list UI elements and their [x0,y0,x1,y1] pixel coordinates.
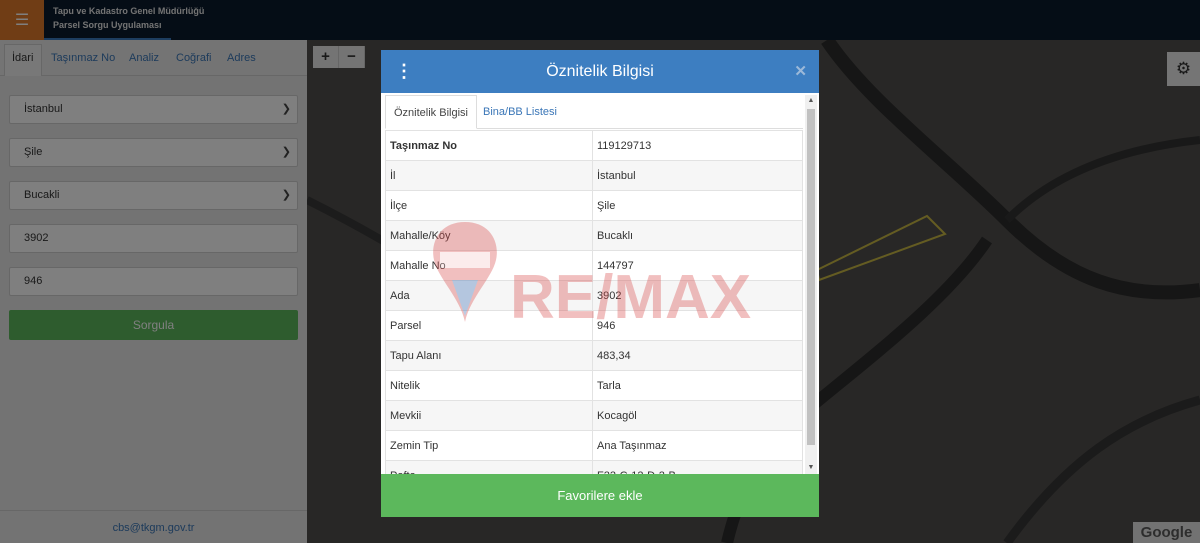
attribute-key: İl [385,160,593,191]
attribute-key: Mahalle No [385,250,593,281]
table-row: Tapu Alanı 483,34 [385,340,803,371]
attribute-value: Kocagöl [592,400,803,431]
table-row: Taşınmaz No 119129713 [385,130,803,161]
attribute-info-modal: Öznitelik Bilgisi ⋮ ✕ Öznitelik Bilgisi … [381,50,819,517]
kebab-menu-icon[interactable]: ⋮ [395,50,413,93]
attribute-key: Pafta [385,460,593,474]
table-row: Zemin Tip Ana Taşınmaz [385,430,803,461]
tab-attribute-info[interactable]: Öznitelik Bilgisi [385,95,477,129]
attribute-key: Ada [385,280,593,311]
scroll-thumb[interactable] [807,109,815,445]
scroll-down-arrow-icon[interactable]: ▼ [805,464,817,471]
table-row: Mahalle No 144797 [385,250,803,281]
add-to-favorites-button[interactable]: Favorilere ekle [381,474,819,517]
attribute-key: Nitelik [385,370,593,401]
modal-scrollbar[interactable]: ▲ ▼ [805,95,817,475]
attribute-key: Mevkii [385,400,593,431]
attribute-value: F22-C-12-D-2-B [592,460,803,474]
table-row: İl İstanbul [385,160,803,191]
attribute-value: 3902 [592,280,803,311]
modal-header: Öznitelik Bilgisi ⋮ ✕ [381,50,819,93]
attribute-value: Bucaklı [592,220,803,251]
attribute-key: İlçe [385,190,593,221]
attribute-value: Tarla [592,370,803,401]
table-row: Nitelik Tarla [385,370,803,401]
close-icon[interactable]: ✕ [794,50,807,93]
attribute-key: Parsel [385,310,593,341]
attribute-key: Zemin Tip [385,430,593,461]
attribute-key: Taşınmaz No [385,130,593,161]
table-row: Pafta F22-C-12-D-2-B [385,460,803,474]
modal-title: Öznitelik Bilgisi [546,63,654,80]
attribute-key: Mahalle/Köy [385,220,593,251]
modal-tabs: Öznitelik Bilgisi Bina/BB Listesi [385,95,803,129]
attribute-value: 946 [592,310,803,341]
attribute-value: 144797 [592,250,803,281]
table-row: Mahalle/Köy Bucaklı [385,220,803,251]
attribute-value: Şile [592,190,803,221]
attribute-key: Tapu Alanı [385,340,593,371]
scroll-up-arrow-icon[interactable]: ▲ [805,97,817,104]
attribute-table: Taşınmaz No 119129713 İl İstanbul İlçe Ş… [385,130,803,474]
table-row: Mevkii Kocagöl [385,400,803,431]
tab-building-list[interactable]: Bina/BB Listesi [475,95,565,129]
attribute-value: 119129713 [592,130,803,161]
attribute-value: 483,34 [592,340,803,371]
table-row: Parsel 946 [385,310,803,341]
attribute-value: Ana Taşınmaz [592,430,803,461]
attribute-value: İstanbul [592,160,803,191]
table-row: İlçe Şile [385,190,803,221]
table-row: Ada 3902 [385,280,803,311]
